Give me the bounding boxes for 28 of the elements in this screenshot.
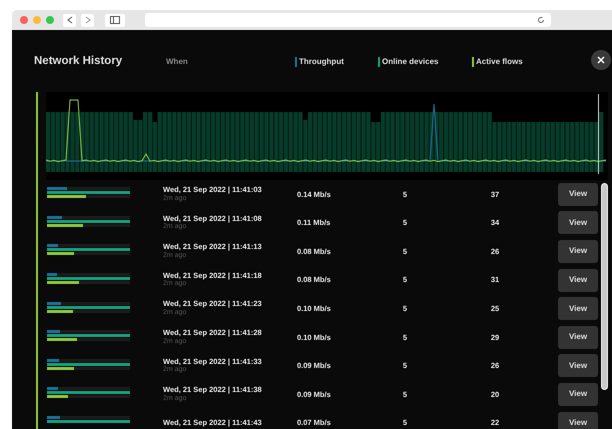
view-button[interactable]: View xyxy=(558,354,598,378)
sidebar-icon xyxy=(110,16,120,24)
legend-label: Active flows xyxy=(476,56,523,68)
reload-icon xyxy=(537,16,545,24)
view-button[interactable]: View xyxy=(558,211,598,234)
view-button[interactable]: View xyxy=(558,182,598,206)
close-icon xyxy=(597,56,605,64)
view-button[interactable]: View xyxy=(558,412,598,429)
minimize-window-dot[interactable] xyxy=(33,16,41,24)
view-button[interactable]: View xyxy=(558,240,598,263)
back-button[interactable] xyxy=(63,14,76,26)
window-title: Network History xyxy=(34,54,124,70)
view-button[interactable]: View xyxy=(558,268,598,292)
close-window-dot[interactable] xyxy=(20,16,28,24)
view-button[interactable]: View xyxy=(558,382,598,406)
scrollbar[interactable] xyxy=(601,183,608,390)
close-button[interactable] xyxy=(591,50,611,70)
legend-label: Online devices xyxy=(382,56,438,68)
view-button[interactable]: View xyxy=(558,297,598,320)
view-button[interactable]: View xyxy=(558,326,598,349)
sidebar-button[interactable] xyxy=(105,14,125,26)
address-field[interactable] xyxy=(145,13,551,27)
forward-button[interactable] xyxy=(81,14,94,26)
forward-icon xyxy=(84,16,90,24)
column-header: When xyxy=(166,56,189,68)
zoom-window-dot[interactable] xyxy=(46,16,54,24)
legend-label: Throughput xyxy=(299,56,344,68)
back-icon xyxy=(66,16,72,24)
